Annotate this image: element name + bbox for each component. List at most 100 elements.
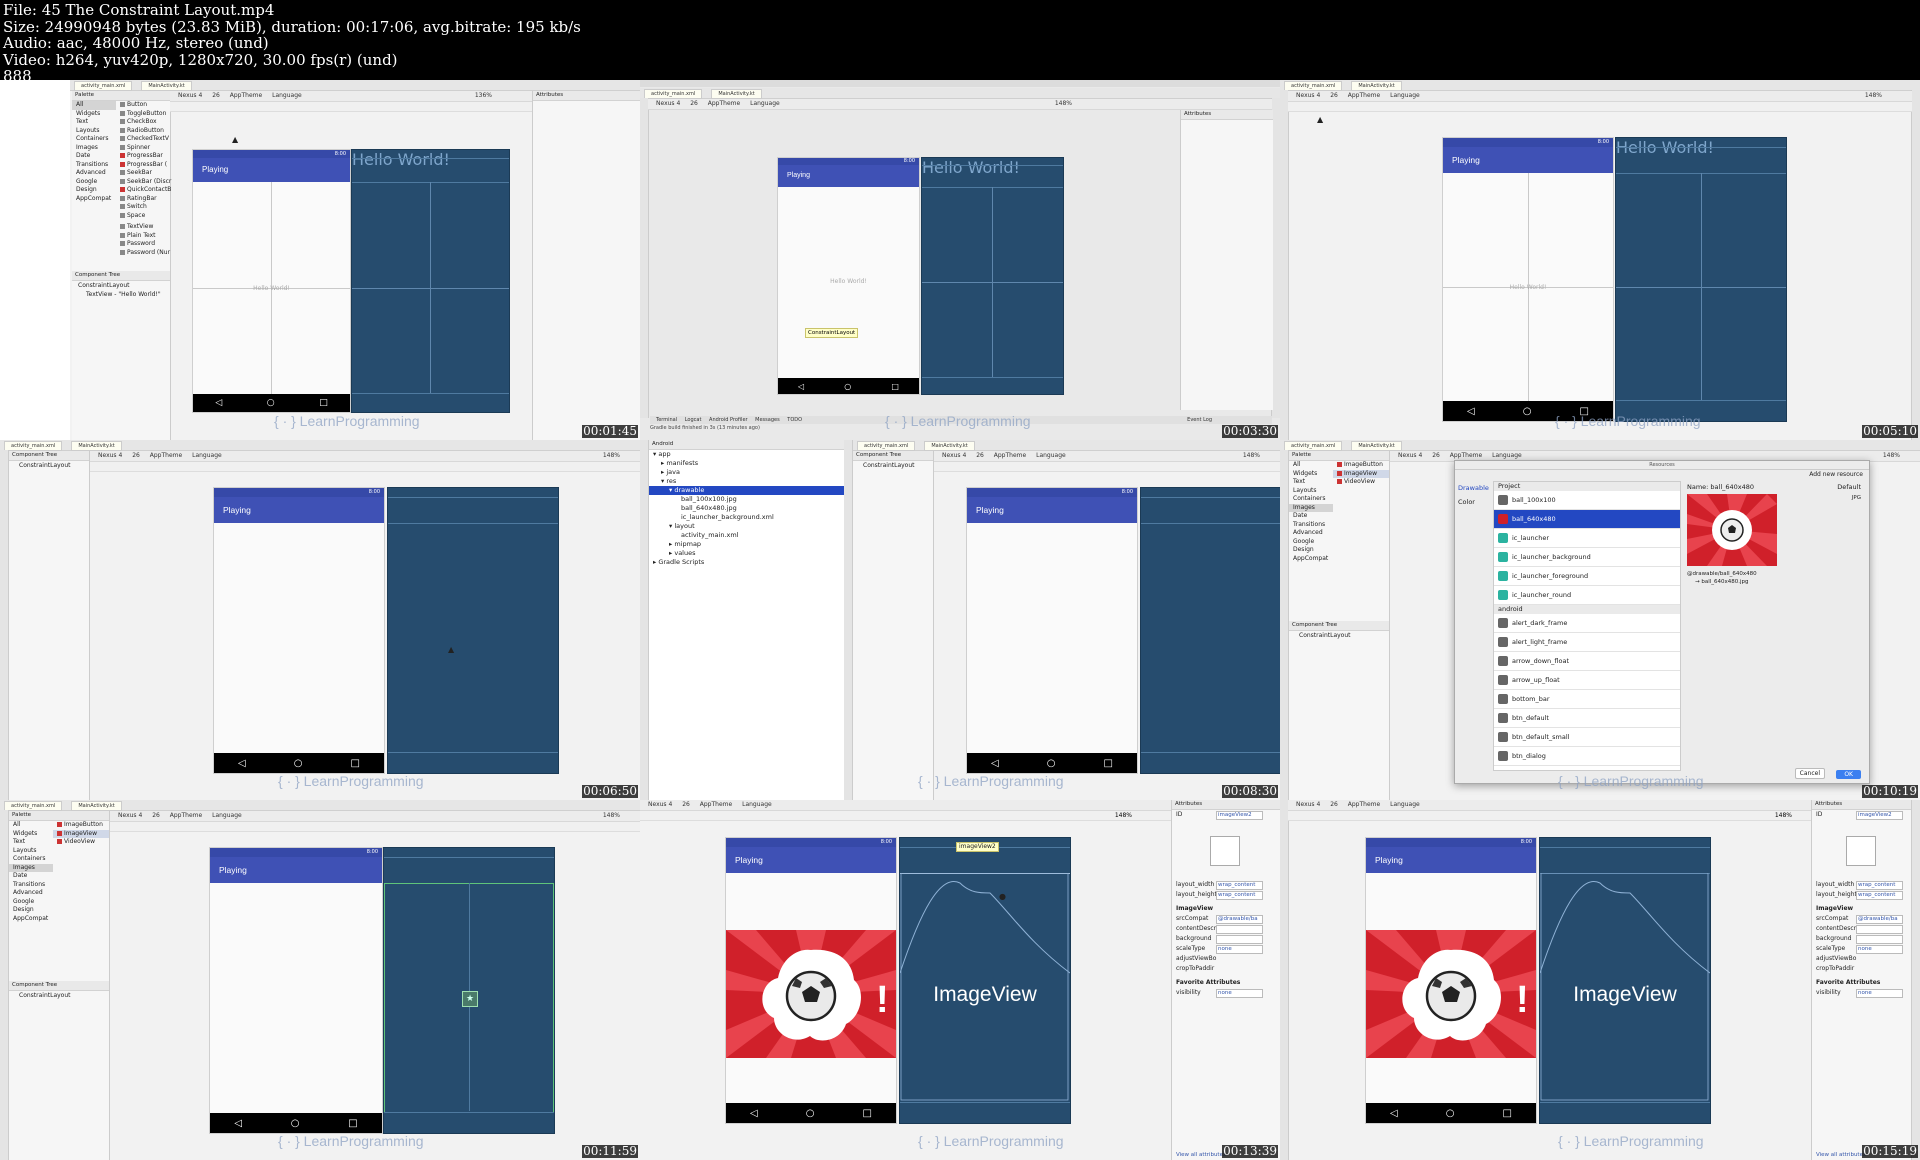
palette-cat-layouts[interactable]: Layouts	[9, 847, 53, 856]
palette-cat-widgets[interactable]: Widgets	[72, 110, 116, 119]
tree-constraint-layout[interactable]: ConstraintLayout	[1289, 631, 1389, 640]
contentdesc-input[interactable]	[1216, 925, 1263, 934]
resource-item[interactable]: alert_dark_frame	[1494, 614, 1680, 633]
palette-cat-images[interactable]: Images	[9, 863, 53, 872]
tab-main-activity[interactable]: MainActivity.kt	[1351, 81, 1402, 91]
tree-mipmap[interactable]: ▸ mipmap	[649, 540, 844, 549]
palette-cat-design[interactable]: Design	[1289, 546, 1333, 555]
palette-cat-google[interactable]: Google	[1289, 538, 1333, 547]
srccompat-input[interactable]: @drawable/ba	[1856, 915, 1903, 924]
palette-item-imageview[interactable]: ImageView	[53, 829, 109, 838]
profiler-tab[interactable]: Android Profiler	[709, 417, 748, 423]
palette-cat-containers[interactable]: Containers	[72, 135, 116, 144]
tree-constraint-layout[interactable]: ConstraintLayout	[72, 281, 170, 290]
api-selector[interactable]: 26	[682, 800, 690, 810]
device-selector[interactable]: Nexus 4	[178, 91, 202, 101]
view-all-attributes-link[interactable]: View all attributes	[1816, 1152, 1866, 1158]
palette-item[interactable]: Space	[116, 212, 170, 221]
language-selector[interactable]: Language	[192, 451, 222, 461]
event-log-tab[interactable]: Event Log	[1187, 416, 1212, 424]
palette-cat-containers[interactable]: Containers	[1289, 495, 1333, 504]
language-selector[interactable]: Language	[1036, 451, 1066, 461]
tree-file[interactable]: ic_launcher_background.xml	[649, 513, 844, 522]
design-preview[interactable]: 8:00 Playing Hello World! ConstraintLayo…	[778, 158, 919, 394]
resource-item[interactable]: ic_launcher_round	[1494, 586, 1680, 605]
palette-cat-advanced[interactable]: Advanced	[72, 169, 116, 178]
blueprint-preview[interactable]: Hello World!	[1616, 138, 1786, 421]
tree-drawable[interactable]: ▾ drawable	[649, 486, 844, 495]
theme-selector[interactable]: AppTheme	[708, 99, 740, 109]
palette-cat-advanced[interactable]: Advanced	[9, 889, 53, 898]
theme-selector[interactable]: AppTheme	[1348, 800, 1380, 810]
id-input[interactable]: imageView2	[1856, 811, 1903, 820]
palette-item[interactable]: TextView	[116, 223, 170, 232]
palette-cat-images[interactable]: Images	[1289, 503, 1333, 512]
palette-cat-design[interactable]: Design	[9, 906, 53, 915]
terminal-tab[interactable]: Terminal	[656, 417, 677, 423]
theme-selector[interactable]: AppTheme	[700, 800, 732, 810]
design-preview[interactable]: 8:00 Playing ◁ ○ □	[967, 488, 1137, 773]
palette-cat-transitions[interactable]: Transitions	[72, 161, 116, 170]
add-new-resource-button[interactable]: Add new resource	[1809, 471, 1863, 478]
layout-width-select[interactable]: wrap_content	[1216, 881, 1263, 890]
design-preview[interactable]: 8:00 Playing ◁ ○ □	[210, 848, 382, 1133]
blueprint-preview[interactable]	[388, 488, 558, 773]
api-selector[interactable]: 26	[212, 91, 220, 101]
layout-height-select[interactable]: wrap_content	[1216, 891, 1263, 900]
design-preview[interactable]: 8:00 Playing Hello World! ◁ ○ □	[1443, 138, 1613, 421]
palette-item[interactable]: Switch	[116, 203, 170, 212]
design-preview[interactable]: 8:00 Playing ! ◁ ○ □	[726, 838, 896, 1123]
palette-cat-date[interactable]: Date	[1289, 512, 1333, 521]
palette-item[interactable]: SeekBar (Discr	[116, 178, 171, 187]
tab-activity-main[interactable]: activity_main.xml	[4, 441, 63, 451]
tree-app[interactable]: ▾ app	[649, 450, 844, 459]
palette-item-videoview[interactable]: VideoView	[53, 838, 109, 847]
palette-cat-all[interactable]: All	[9, 821, 53, 830]
device-selector[interactable]: Nexus 4	[656, 99, 680, 109]
resource-item[interactable]: arrow_down_float	[1494, 652, 1680, 671]
device-selector[interactable]: Nexus 4	[1296, 800, 1320, 810]
device-selector[interactable]: Nexus 4	[118, 811, 142, 821]
tab-activity-main[interactable]: activity_main.xml	[74, 81, 133, 91]
theme-selector[interactable]: AppTheme	[150, 451, 182, 461]
palette-cat-date[interactable]: Date	[72, 152, 116, 161]
theme-selector[interactable]: AppTheme	[230, 91, 262, 101]
tab-activity-main[interactable]: activity_main.xml	[1284, 81, 1343, 91]
palette-item[interactable]: SeekBar	[116, 169, 170, 178]
ball-image[interactable]: !	[726, 930, 896, 1058]
palette-item[interactable]: CheckBox	[116, 118, 170, 127]
palette-item[interactable]: Spinner	[116, 144, 170, 153]
palette-cat-design[interactable]: Design	[72, 186, 116, 195]
palette-cat-text[interactable]: Text	[1289, 478, 1333, 487]
tab-main-activity[interactable]: MainActivity.kt	[141, 81, 192, 91]
device-selector[interactable]: Nexus 4	[648, 800, 672, 810]
palette-item-imagebutton[interactable]: ImageButton	[53, 821, 109, 830]
palette-item-videoview[interactable]: VideoView	[1333, 478, 1389, 487]
palette-cat-layouts[interactable]: Layouts	[1289, 487, 1333, 496]
layout-height-select[interactable]: wrap_content	[1856, 891, 1903, 900]
resource-item[interactable]: ic_launcher_foreground	[1494, 567, 1680, 586]
device-selector[interactable]: Nexus 4	[1398, 451, 1422, 461]
theme-selector[interactable]: AppTheme	[170, 811, 202, 821]
palette-cat-all[interactable]: All	[1289, 461, 1333, 470]
language-selector[interactable]: Language	[1390, 91, 1420, 101]
sidebar-drawable[interactable]: Drawable	[1455, 481, 1491, 495]
visibility-select[interactable]: none	[1216, 989, 1263, 998]
palette-cat-advanced[interactable]: Advanced	[1289, 529, 1333, 538]
background-input[interactable]	[1856, 935, 1903, 944]
palette-item[interactable]: ToggleButton	[116, 110, 170, 119]
language-selector[interactable]: Language	[272, 91, 302, 101]
device-selector[interactable]: Nexus 4	[1296, 91, 1320, 101]
tree-file[interactable]: ball_640x480.jpg	[649, 504, 844, 513]
tree-values[interactable]: ▸ values	[649, 549, 844, 558]
tab-activity-main[interactable]: activity_main.xml	[4, 801, 63, 811]
resource-item[interactable]: btn_default	[1494, 709, 1680, 728]
api-selector[interactable]: 26	[976, 451, 984, 461]
blueprint-preview[interactable]: Hello World!	[352, 150, 509, 412]
blueprint-preview[interactable]: Hello World!	[922, 158, 1063, 394]
palette-cat-widgets[interactable]: Widgets	[9, 830, 53, 839]
palette-item[interactable]: Button	[116, 101, 170, 110]
language-selector[interactable]: Language	[742, 800, 772, 810]
palette-item[interactable]: RadioButton	[116, 127, 170, 136]
view-all-attributes-link[interactable]: View all attributes	[1176, 1152, 1226, 1158]
